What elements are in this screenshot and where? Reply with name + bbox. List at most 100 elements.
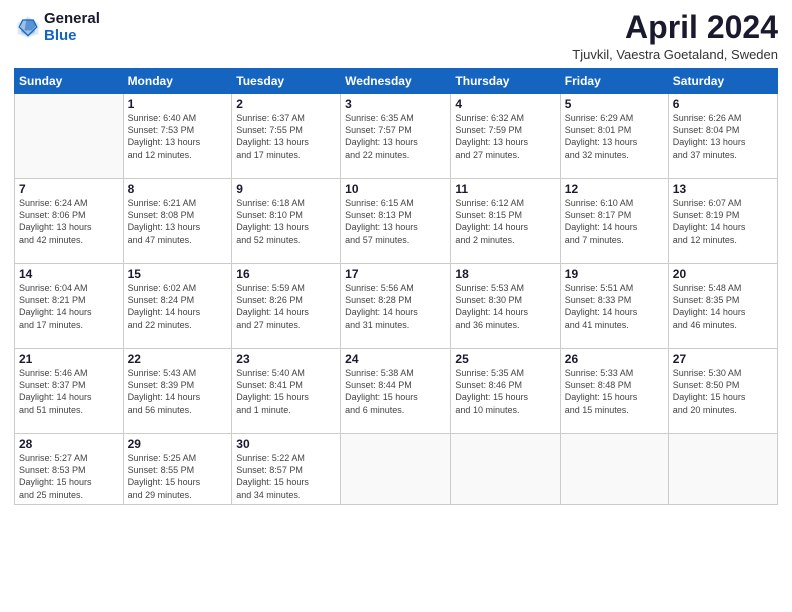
calendar-cell: 5Sunrise: 6:29 AM Sunset: 8:01 PM Daylig… xyxy=(560,94,668,179)
calendar-week-row: 7Sunrise: 6:24 AM Sunset: 8:06 PM Daylig… xyxy=(15,179,778,264)
calendar-cell: 14Sunrise: 6:04 AM Sunset: 8:21 PM Dayli… xyxy=(15,264,124,349)
day-number: 6 xyxy=(673,97,773,111)
day-number: 5 xyxy=(565,97,664,111)
day-info: Sunrise: 5:59 AM Sunset: 8:26 PM Dayligh… xyxy=(236,282,336,331)
day-info: Sunrise: 6:35 AM Sunset: 7:57 PM Dayligh… xyxy=(345,112,446,161)
calendar-cell: 16Sunrise: 5:59 AM Sunset: 8:26 PM Dayli… xyxy=(232,264,341,349)
calendar-cell: 26Sunrise: 5:33 AM Sunset: 8:48 PM Dayli… xyxy=(560,349,668,434)
calendar-cell: 29Sunrise: 5:25 AM Sunset: 8:55 PM Dayli… xyxy=(123,434,232,505)
day-info: Sunrise: 6:02 AM Sunset: 8:24 PM Dayligh… xyxy=(128,282,228,331)
day-number: 10 xyxy=(345,182,446,196)
day-info: Sunrise: 5:53 AM Sunset: 8:30 PM Dayligh… xyxy=(455,282,555,331)
day-number: 3 xyxy=(345,97,446,111)
logo-icon xyxy=(14,13,42,41)
calendar-cell xyxy=(341,434,451,505)
calendar-header-row: SundayMondayTuesdayWednesdayThursdayFrid… xyxy=(15,69,778,94)
month-title: April 2024 xyxy=(572,10,778,45)
day-number: 1 xyxy=(128,97,228,111)
logo: General Blue xyxy=(14,10,100,45)
calendar-table: SundayMondayTuesdayWednesdayThursdayFrid… xyxy=(14,68,778,505)
day-info: Sunrise: 6:12 AM Sunset: 8:15 PM Dayligh… xyxy=(455,197,555,246)
calendar-cell: 7Sunrise: 6:24 AM Sunset: 8:06 PM Daylig… xyxy=(15,179,124,264)
day-number: 22 xyxy=(128,352,228,366)
day-number: 2 xyxy=(236,97,336,111)
day-number: 25 xyxy=(455,352,555,366)
day-number: 28 xyxy=(19,437,119,451)
calendar-cell: 6Sunrise: 6:26 AM Sunset: 8:04 PM Daylig… xyxy=(668,94,777,179)
weekday-header-thursday: Thursday xyxy=(451,69,560,94)
calendar-cell: 24Sunrise: 5:38 AM Sunset: 8:44 PM Dayli… xyxy=(341,349,451,434)
day-info: Sunrise: 6:32 AM Sunset: 7:59 PM Dayligh… xyxy=(455,112,555,161)
day-number: 20 xyxy=(673,267,773,281)
day-number: 11 xyxy=(455,182,555,196)
day-info: Sunrise: 6:07 AM Sunset: 8:19 PM Dayligh… xyxy=(673,197,773,246)
day-number: 12 xyxy=(565,182,664,196)
day-info: Sunrise: 5:43 AM Sunset: 8:39 PM Dayligh… xyxy=(128,367,228,416)
calendar-cell: 11Sunrise: 6:12 AM Sunset: 8:15 PM Dayli… xyxy=(451,179,560,264)
calendar-cell: 9Sunrise: 6:18 AM Sunset: 8:10 PM Daylig… xyxy=(232,179,341,264)
calendar-cell xyxy=(668,434,777,505)
day-info: Sunrise: 5:48 AM Sunset: 8:35 PM Dayligh… xyxy=(673,282,773,331)
day-info: Sunrise: 6:24 AM Sunset: 8:06 PM Dayligh… xyxy=(19,197,119,246)
calendar-cell: 28Sunrise: 5:27 AM Sunset: 8:53 PM Dayli… xyxy=(15,434,124,505)
weekday-header-friday: Friday xyxy=(560,69,668,94)
day-number: 13 xyxy=(673,182,773,196)
day-info: Sunrise: 5:22 AM Sunset: 8:57 PM Dayligh… xyxy=(236,452,336,501)
day-number: 14 xyxy=(19,267,119,281)
calendar-cell: 13Sunrise: 6:07 AM Sunset: 8:19 PM Dayli… xyxy=(668,179,777,264)
day-number: 29 xyxy=(128,437,228,451)
day-info: Sunrise: 5:35 AM Sunset: 8:46 PM Dayligh… xyxy=(455,367,555,416)
calendar-cell: 18Sunrise: 5:53 AM Sunset: 8:30 PM Dayli… xyxy=(451,264,560,349)
calendar-week-row: 21Sunrise: 5:46 AM Sunset: 8:37 PM Dayli… xyxy=(15,349,778,434)
day-number: 27 xyxy=(673,352,773,366)
calendar-cell: 3Sunrise: 6:35 AM Sunset: 7:57 PM Daylig… xyxy=(341,94,451,179)
calendar-week-row: 1Sunrise: 6:40 AM Sunset: 7:53 PM Daylig… xyxy=(15,94,778,179)
calendar-cell: 10Sunrise: 6:15 AM Sunset: 8:13 PM Dayli… xyxy=(341,179,451,264)
location-subtitle: Tjuvkil, Vaestra Goetaland, Sweden xyxy=(572,47,778,62)
day-number: 18 xyxy=(455,267,555,281)
weekday-header-monday: Monday xyxy=(123,69,232,94)
day-info: Sunrise: 6:10 AM Sunset: 8:17 PM Dayligh… xyxy=(565,197,664,246)
day-info: Sunrise: 5:25 AM Sunset: 8:55 PM Dayligh… xyxy=(128,452,228,501)
calendar-week-row: 28Sunrise: 5:27 AM Sunset: 8:53 PM Dayli… xyxy=(15,434,778,505)
calendar-cell: 22Sunrise: 5:43 AM Sunset: 8:39 PM Dayli… xyxy=(123,349,232,434)
calendar-cell xyxy=(560,434,668,505)
calendar-cell: 19Sunrise: 5:51 AM Sunset: 8:33 PM Dayli… xyxy=(560,264,668,349)
calendar-cell: 30Sunrise: 5:22 AM Sunset: 8:57 PM Dayli… xyxy=(232,434,341,505)
logo-text: General Blue xyxy=(44,10,100,45)
weekday-header-saturday: Saturday xyxy=(668,69,777,94)
day-info: Sunrise: 6:37 AM Sunset: 7:55 PM Dayligh… xyxy=(236,112,336,161)
day-number: 19 xyxy=(565,267,664,281)
day-info: Sunrise: 6:15 AM Sunset: 8:13 PM Dayligh… xyxy=(345,197,446,246)
calendar-cell: 2Sunrise: 6:37 AM Sunset: 7:55 PM Daylig… xyxy=(232,94,341,179)
calendar-cell: 27Sunrise: 5:30 AM Sunset: 8:50 PM Dayli… xyxy=(668,349,777,434)
day-info: Sunrise: 5:38 AM Sunset: 8:44 PM Dayligh… xyxy=(345,367,446,416)
weekday-header-wednesday: Wednesday xyxy=(341,69,451,94)
day-info: Sunrise: 5:56 AM Sunset: 8:28 PM Dayligh… xyxy=(345,282,446,331)
day-number: 17 xyxy=(345,267,446,281)
calendar-cell: 20Sunrise: 5:48 AM Sunset: 8:35 PM Dayli… xyxy=(668,264,777,349)
calendar-cell: 25Sunrise: 5:35 AM Sunset: 8:46 PM Dayli… xyxy=(451,349,560,434)
day-info: Sunrise: 5:46 AM Sunset: 8:37 PM Dayligh… xyxy=(19,367,119,416)
weekday-header-sunday: Sunday xyxy=(15,69,124,94)
day-number: 4 xyxy=(455,97,555,111)
day-info: Sunrise: 6:21 AM Sunset: 8:08 PM Dayligh… xyxy=(128,197,228,246)
calendar-cell xyxy=(15,94,124,179)
day-info: Sunrise: 6:40 AM Sunset: 7:53 PM Dayligh… xyxy=(128,112,228,161)
day-number: 30 xyxy=(236,437,336,451)
day-info: Sunrise: 5:30 AM Sunset: 8:50 PM Dayligh… xyxy=(673,367,773,416)
day-number: 24 xyxy=(345,352,446,366)
day-info: Sunrise: 5:27 AM Sunset: 8:53 PM Dayligh… xyxy=(19,452,119,501)
calendar-cell: 4Sunrise: 6:32 AM Sunset: 7:59 PM Daylig… xyxy=(451,94,560,179)
day-info: Sunrise: 5:51 AM Sunset: 8:33 PM Dayligh… xyxy=(565,282,664,331)
day-number: 16 xyxy=(236,267,336,281)
calendar-cell xyxy=(451,434,560,505)
day-info: Sunrise: 5:33 AM Sunset: 8:48 PM Dayligh… xyxy=(565,367,664,416)
title-block: April 2024 Tjuvkil, Vaestra Goetaland, S… xyxy=(572,10,778,62)
header: General Blue April 2024 Tjuvkil, Vaestra… xyxy=(14,10,778,62)
day-info: Sunrise: 6:04 AM Sunset: 8:21 PM Dayligh… xyxy=(19,282,119,331)
day-info: Sunrise: 6:29 AM Sunset: 8:01 PM Dayligh… xyxy=(565,112,664,161)
calendar-cell: 12Sunrise: 6:10 AM Sunset: 8:17 PM Dayli… xyxy=(560,179,668,264)
day-number: 23 xyxy=(236,352,336,366)
day-number: 15 xyxy=(128,267,228,281)
